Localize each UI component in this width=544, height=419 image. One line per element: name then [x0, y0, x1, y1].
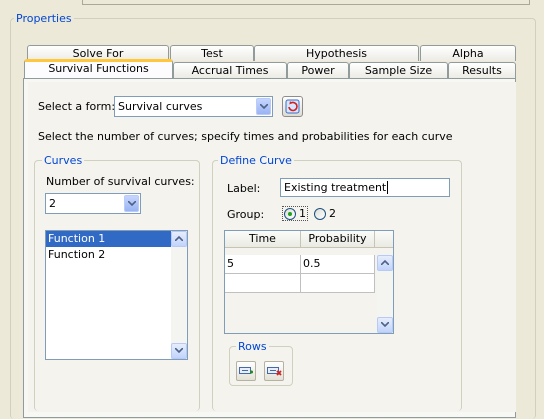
- tab-label: Survival Functions: [48, 62, 149, 75]
- scroll-down-button[interactable]: [171, 343, 187, 359]
- column-header-probability[interactable]: Probability: [301, 231, 375, 248]
- tab-label: Alpha: [452, 47, 484, 60]
- list-item[interactable]: Function 2: [46, 247, 171, 263]
- tab-alpha[interactable]: Alpha: [420, 45, 516, 61]
- properties-title: Properties: [14, 12, 74, 25]
- add-row-button[interactable]: [236, 361, 256, 381]
- tab-survival-functions[interactable]: Survival Functions: [24, 59, 173, 78]
- rows-title: Rows: [236, 340, 269, 353]
- curves-title: Curves: [42, 154, 85, 167]
- tab-power[interactable]: Power: [287, 62, 349, 78]
- tab-label: Test: [201, 47, 223, 60]
- refresh-button[interactable]: [282, 96, 303, 117]
- number-of-curves-select[interactable]: 2: [45, 193, 141, 214]
- chevron-down-icon: [128, 201, 136, 206]
- radio-button[interactable]: [314, 207, 326, 220]
- chevron-up-icon: [175, 236, 183, 241]
- refresh-icon: [285, 99, 300, 114]
- chevron-up-icon: [381, 260, 389, 265]
- tab-test[interactable]: Test: [170, 45, 254, 61]
- tab-label: Hypothesis: [305, 47, 368, 60]
- tab-accrual-times[interactable]: Accrual Times: [173, 62, 287, 78]
- number-of-curves-dropdown-button[interactable]: [124, 195, 139, 212]
- group-radio-1[interactable]: 1: [282, 206, 308, 221]
- radio-label: 1: [299, 207, 306, 220]
- table-cell[interactable]: [225, 274, 301, 293]
- curves-list[interactable]: Function 1 Function 2: [45, 230, 188, 360]
- tab-label: Sample Size: [364, 64, 433, 77]
- table-cell[interactable]: 0.5: [301, 255, 375, 274]
- group-radio-2[interactable]: 2: [314, 207, 336, 220]
- radio-label: 2: [329, 207, 336, 220]
- column-header-time[interactable]: Time: [225, 231, 301, 248]
- radio-button[interactable]: [284, 207, 296, 220]
- table-header-filler: [375, 231, 393, 248]
- scroll-up-button[interactable]: [171, 231, 187, 247]
- define-curve-title: Define Curve: [218, 154, 294, 167]
- tab-hypothesis[interactable]: Hypothesis: [254, 45, 419, 61]
- number-of-curves-value: 2: [49, 197, 56, 210]
- chevron-down-icon: [175, 348, 183, 353]
- tab-label: Power: [301, 64, 335, 77]
- number-of-curves-label: Number of survival curves:: [46, 175, 195, 188]
- time-probability-table: Time Probability 5 0.5: [224, 230, 394, 334]
- delete-row-icon: [267, 367, 282, 376]
- table-scrollbar[interactable]: [377, 255, 393, 333]
- chevron-down-icon: [381, 322, 389, 327]
- text-cursor: [387, 181, 389, 194]
- label-field-value: Existing treatment: [284, 181, 387, 194]
- form-select-value: Survival curves: [118, 100, 203, 113]
- tab-sample-size[interactable]: Sample Size: [349, 62, 448, 78]
- table-cell[interactable]: [301, 274, 375, 293]
- select-form-label: Select a form:: [38, 100, 116, 113]
- curves-list-scrollbar[interactable]: [171, 231, 187, 359]
- tab-label: Results: [462, 64, 502, 77]
- window-frame-edge: [82, 0, 530, 5]
- tab-label: Accrual Times: [191, 64, 269, 77]
- group-caption: Group:: [227, 208, 265, 221]
- scroll-down-button[interactable]: [377, 317, 393, 333]
- chevron-down-icon: [260, 104, 268, 109]
- scroll-up-button[interactable]: [377, 255, 393, 271]
- list-item[interactable]: Function 1: [46, 231, 171, 247]
- label-field[interactable]: Existing treatment: [280, 178, 450, 197]
- form-select-dropdown-button[interactable]: [256, 98, 271, 115]
- tab-results[interactable]: Results: [448, 62, 516, 78]
- delete-row-button[interactable]: [264, 361, 284, 381]
- table-cell[interactable]: 5: [225, 255, 301, 274]
- add-row-icon: [239, 367, 253, 374]
- instruction-text: Select the number of curves; specify tim…: [38, 130, 453, 143]
- label-caption: Label:: [227, 182, 261, 195]
- form-select[interactable]: Survival curves: [114, 96, 273, 117]
